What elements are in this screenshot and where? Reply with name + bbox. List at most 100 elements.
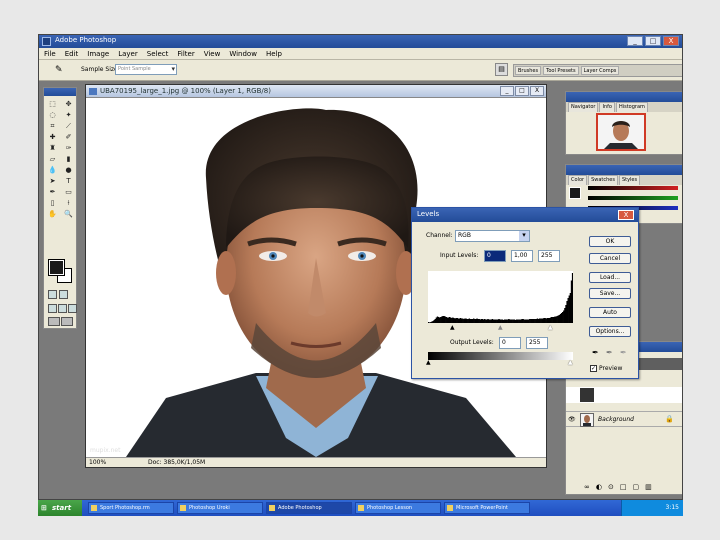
levels-close-button[interactable]: X xyxy=(618,210,634,220)
quick-mask-mode-icon[interactable] xyxy=(59,290,68,299)
channel-select[interactable]: RGB ▾ xyxy=(455,230,530,242)
layer-row-layer1[interactable] xyxy=(566,387,682,403)
doc-maximize-button[interactable]: □ xyxy=(515,86,529,96)
menu-image[interactable]: Image xyxy=(87,48,109,59)
gradient-tool-icon[interactable]: ▮ xyxy=(61,154,76,164)
maximize-button[interactable]: □ xyxy=(645,36,661,46)
history-brush-tool-icon[interactable]: ✑ xyxy=(61,143,76,153)
input-gamma-field[interactable]: 1,00 xyxy=(511,250,533,262)
tab-swatches[interactable]: Swatches xyxy=(588,175,618,185)
preview-checkbox[interactable]: ✓ Preview xyxy=(590,365,622,372)
jump-extra-icon[interactable] xyxy=(61,317,73,326)
menu-edit[interactable]: Edit xyxy=(65,48,79,59)
new-group-icon[interactable]: □ xyxy=(620,483,627,491)
output-white-slider[interactable]: ▲ xyxy=(568,359,573,366)
adjustment-layer-icon[interactable]: ⊙ xyxy=(608,483,614,491)
black-point-slider[interactable]: ▲ xyxy=(450,324,455,331)
well-tab-layer-comps[interactable]: Layer Comps xyxy=(580,66,620,75)
shape-tool-icon[interactable]: ▭ xyxy=(61,187,76,197)
load-button[interactable]: Load... xyxy=(589,272,631,283)
palette-toggle-icon[interactable]: ▤ xyxy=(495,63,508,76)
taskbar-item-sport-photoshop[interactable]: Sport Photoshop.rm xyxy=(88,502,174,514)
new-layer-icon[interactable]: ▢ xyxy=(632,483,639,491)
full-screen-icon[interactable] xyxy=(68,304,77,313)
eye-icon[interactable]: 👁 xyxy=(568,416,576,423)
type-tool-icon[interactable]: T xyxy=(61,176,76,186)
blur-tool-icon[interactable]: 💧 xyxy=(45,165,60,175)
pen-tool-icon[interactable]: ✒ xyxy=(45,187,60,197)
lasso-tool-icon[interactable]: ◌ xyxy=(45,110,60,120)
menu-layer[interactable]: Layer xyxy=(118,48,138,59)
toolbox-header[interactable] xyxy=(44,88,76,96)
delete-layer-icon[interactable]: ▥ xyxy=(645,483,652,491)
tab-styles[interactable]: Styles xyxy=(618,175,641,185)
gamma-slider[interactable]: ▲ xyxy=(498,324,503,331)
full-screen-menu-icon[interactable] xyxy=(58,304,67,313)
magic-wand-tool-icon[interactable]: ✦ xyxy=(61,110,76,120)
close-button[interactable]: X xyxy=(663,36,679,46)
healing-brush-tool-icon[interactable]: ✚ xyxy=(45,132,60,142)
link-layers-icon[interactable]: ∞ xyxy=(584,483,590,491)
minimize-button[interactable]: _ xyxy=(627,36,643,46)
start-button[interactable]: start xyxy=(38,500,82,516)
doc-close-button[interactable]: X xyxy=(530,86,544,96)
eyedropper-icon[interactable]: ✎ xyxy=(55,65,63,75)
doc-minimize-button[interactable]: _ xyxy=(500,86,514,96)
black-eyedropper-icon[interactable]: ✒ xyxy=(592,348,599,357)
taskbar-item-photoshop-lesson[interactable]: Photoshop Lesson xyxy=(355,502,441,514)
menu-file[interactable]: File xyxy=(44,48,56,59)
notes-tool-icon[interactable]: ▯ xyxy=(45,198,60,208)
clone-stamp-tool-icon[interactable]: ♜ xyxy=(45,143,60,153)
standard-screen-icon[interactable] xyxy=(48,304,57,313)
dodge-tool-icon[interactable]: ● xyxy=(61,165,76,175)
zoom-tool-icon[interactable]: 🔍 xyxy=(61,209,76,219)
tab-info[interactable]: Info xyxy=(599,102,615,112)
document-title-bar[interactable]: UBA70195_large_1.jpg @ 100% (Layer 1, RG… xyxy=(86,85,546,98)
layer-style-icon[interactable]: ◐ xyxy=(596,483,602,491)
taskbar-item-photoshop-uroki[interactable]: Photoshop Uroki xyxy=(177,502,263,514)
zoom-level[interactable]: 100% xyxy=(89,459,106,466)
well-tab-brushes[interactable]: Brushes xyxy=(515,66,542,75)
options-button[interactable]: Options... xyxy=(589,326,631,337)
move-tool-icon[interactable]: ✥ xyxy=(61,99,76,109)
input-white-field[interactable]: 255 xyxy=(538,250,560,262)
layer-row-background[interactable]: 👁 Background 🔒 xyxy=(566,411,682,427)
path-selection-tool-icon[interactable]: ➤ xyxy=(45,176,60,186)
menu-window[interactable]: Window xyxy=(229,48,257,59)
standard-mode-icon[interactable] xyxy=(48,290,57,299)
eyedropper-tool-icon[interactable]: ⟊ xyxy=(61,198,76,208)
navigator-panel-header[interactable] xyxy=(566,92,682,102)
menu-select[interactable]: Select xyxy=(147,48,169,59)
gray-eyedropper-icon[interactable]: ✒ xyxy=(606,348,613,357)
green-slider[interactable] xyxy=(588,196,678,200)
red-slider[interactable] xyxy=(588,186,678,190)
cancel-button[interactable]: Cancel xyxy=(589,253,631,264)
auto-button[interactable]: Auto xyxy=(589,307,631,318)
menu-help[interactable]: Help xyxy=(266,48,282,59)
tab-navigator[interactable]: Navigator xyxy=(568,102,599,112)
output-black-field[interactable]: 0 xyxy=(499,337,521,349)
foreground-color-swatch[interactable] xyxy=(48,259,65,276)
taskbar-item-adobe-photoshop[interactable]: Adobe Photoshop xyxy=(266,502,352,514)
document-size[interactable]: Doc: 385,0K/1,05M xyxy=(148,459,205,466)
tab-color[interactable]: Color xyxy=(568,175,588,185)
sample-size-select[interactable]: Point Sample xyxy=(115,64,177,75)
menu-filter[interactable]: Filter xyxy=(177,48,194,59)
ok-button[interactable]: OK xyxy=(589,236,631,247)
jump-to-imageready-icon[interactable] xyxy=(48,317,60,326)
chevron-down-icon[interactable]: ▾ xyxy=(519,231,529,241)
slice-tool-icon[interactable]: ⟋ xyxy=(61,121,76,131)
navigator-thumbnail[interactable] xyxy=(596,113,646,151)
color-panel-swatch[interactable] xyxy=(569,187,581,199)
color-panel-header[interactable] xyxy=(566,165,682,175)
output-black-slider[interactable]: ▲ xyxy=(426,359,431,366)
white-point-slider[interactable]: ▲ xyxy=(548,324,553,331)
hand-tool-icon[interactable]: ✋ xyxy=(45,209,60,219)
crop-tool-icon[interactable]: ⌗ xyxy=(45,121,60,131)
output-white-field[interactable]: 255 xyxy=(526,337,548,349)
marquee-tool-icon[interactable]: ⬚ xyxy=(45,99,60,109)
levels-title-bar[interactable]: Levels X xyxy=(412,208,638,222)
save-button[interactable]: Save... xyxy=(589,288,631,299)
white-eyedropper-icon[interactable]: ✒ xyxy=(620,348,627,357)
menu-view[interactable]: View xyxy=(204,48,221,59)
